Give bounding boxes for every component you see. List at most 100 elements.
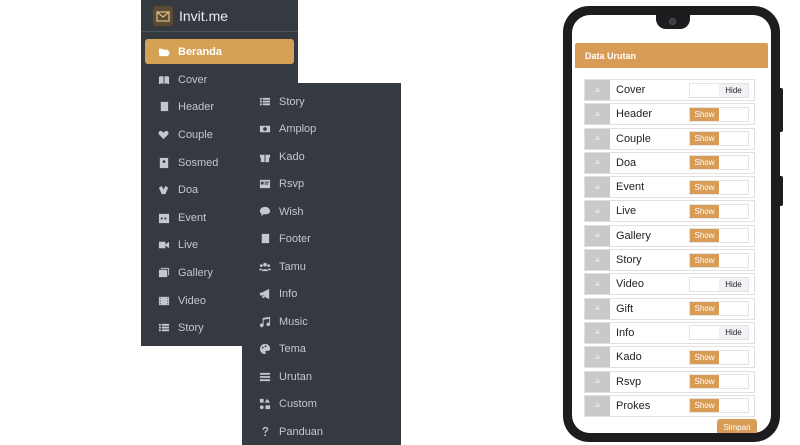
- menu-item-label: Sosmed: [178, 156, 219, 169]
- menu-item-rsvp[interactable]: Rsvp: [242, 171, 401, 199]
- phone-screen: Data Urutan ≡ Cover Hide ≡ Header Show ≡ Couple…: [572, 15, 771, 433]
- toggle-empty-side: [719, 181, 748, 194]
- order-row-video[interactable]: ≡ Video Hide: [584, 273, 755, 296]
- toggle-state-label: Hide: [719, 277, 748, 291]
- drag-handle-icon[interactable]: ≡: [585, 322, 610, 343]
- menu-item-story[interactable]: Story: [242, 88, 401, 116]
- menu-item-label: Kado: [279, 150, 305, 163]
- order-row-kado[interactable]: ≡ Kado Show: [584, 346, 755, 369]
- side-button: [780, 176, 783, 206]
- menu-item-custom[interactable]: Custom: [242, 391, 401, 419]
- visibility-toggle[interactable]: Hide: [689, 325, 749, 341]
- drag-handle-icon[interactable]: ≡: [585, 371, 610, 392]
- toggle-empty-side: [719, 205, 748, 218]
- row-label: Event: [616, 181, 645, 194]
- visibility-toggle[interactable]: Show: [689, 301, 749, 317]
- menu-item-label: Header: [178, 101, 215, 114]
- menu-item-tema[interactable]: Tema: [242, 336, 401, 364]
- menu-item-urutan[interactable]: Urutan: [242, 363, 401, 391]
- envelope-logo-icon: [153, 5, 173, 26]
- row-label: Gallery: [616, 229, 651, 242]
- visibility-toggle[interactable]: Show: [689, 179, 749, 195]
- menu-item-music[interactable]: Music: [242, 308, 401, 336]
- drag-handle-icon[interactable]: ≡: [585, 225, 610, 246]
- visibility-toggle[interactable]: Show: [689, 203, 749, 219]
- row-label: Gift: [616, 302, 634, 315]
- visibility-toggle[interactable]: Hide: [689, 276, 749, 292]
- menu-item-amplop[interactable]: Amplop: [242, 116, 401, 144]
- visibility-toggle[interactable]: Show: [689, 228, 749, 244]
- brand[interactable]: Invit.me: [141, 0, 298, 32]
- drag-handle-icon[interactable]: ≡: [585, 152, 610, 173]
- order-row-couple[interactable]: ≡ Couple Show: [584, 127, 755, 150]
- menu-item-label: Music: [279, 315, 308, 328]
- drag-handle-icon[interactable]: ≡: [585, 104, 610, 125]
- visibility-toggle[interactable]: Show: [689, 374, 749, 390]
- shapes-icon: [258, 397, 272, 411]
- order-row-live[interactable]: ≡ Live Show: [584, 200, 755, 223]
- drag-handle-icon[interactable]: ≡: [585, 395, 610, 416]
- menu-item-wish[interactable]: Wish: [242, 198, 401, 226]
- order-row-info[interactable]: ≡ Info Hide: [584, 321, 755, 344]
- toggle-empty-side: [719, 132, 748, 145]
- toggle-empty-side: [719, 254, 748, 267]
- toggle-empty-side: [719, 375, 748, 388]
- praying-hands-icon: [157, 183, 171, 197]
- visibility-toggle[interactable]: Show: [689, 349, 749, 365]
- menu-item-info[interactable]: Info: [242, 281, 401, 309]
- users-icon: [258, 260, 272, 274]
- visibility-toggle[interactable]: Show: [689, 252, 749, 268]
- menu-item-label: Cover: [178, 73, 208, 86]
- gift-icon: [258, 150, 272, 164]
- toggle-empty-side: [719, 108, 748, 121]
- row-label: Live: [616, 205, 637, 218]
- order-row-gift[interactable]: ≡ Gift Show: [584, 297, 755, 320]
- drag-handle-icon[interactable]: ≡: [585, 177, 610, 198]
- menu-item-kado[interactable]: Kado: [242, 143, 401, 171]
- sidebar-secondary: Story Amplop Kado Rsvp Wish Footer Tamu Info Mus…: [242, 83, 401, 445]
- menu-item-label: Wish: [279, 205, 304, 218]
- menu-item-footer[interactable]: Footer: [242, 226, 401, 254]
- row-label: Cover: [616, 84, 646, 96]
- toggle-state-label: Show: [690, 302, 719, 316]
- toggle-state-label: Show: [690, 253, 719, 267]
- menu-item-tamu[interactable]: Tamu: [242, 253, 401, 281]
- menu-item-label: Amplop: [279, 123, 317, 136]
- order-row-gallery[interactable]: ≡ Gallery Show: [584, 224, 755, 247]
- toggle-empty-side: [719, 399, 748, 412]
- heart-icon: [157, 128, 171, 142]
- toggle-state-label: Show: [690, 156, 719, 170]
- menu-item-label: Rsvp: [279, 178, 305, 191]
- visibility-toggle[interactable]: Show: [689, 155, 749, 171]
- save-button[interactable]: Simpan: [717, 419, 757, 433]
- drag-handle-icon[interactable]: ≡: [585, 347, 610, 368]
- visibility-toggle[interactable]: Show: [689, 398, 749, 414]
- notch: [656, 15, 690, 29]
- order-row-rsvp[interactable]: ≡ Rsvp Show: [584, 370, 755, 393]
- order-row-cover[interactable]: ≡ Cover Hide: [584, 79, 755, 101]
- toggle-empty-side: [719, 351, 748, 364]
- toggle-state-label: Show: [690, 107, 719, 121]
- menu-item-panduan[interactable]: Panduan: [242, 418, 401, 445]
- drag-handle-icon[interactable]: ≡: [585, 201, 610, 222]
- order-row-event[interactable]: ≡ Event Show: [584, 176, 755, 199]
- drag-handle-icon[interactable]: ≡: [585, 298, 610, 319]
- menu-item-label: Custom: [279, 398, 317, 411]
- camera-icon: [669, 18, 676, 25]
- drag-handle-icon[interactable]: ≡: [585, 274, 610, 295]
- order-row-doa[interactable]: ≡ Doa Show: [584, 151, 755, 174]
- order-row-header[interactable]: ≡ Header Show: [584, 103, 755, 126]
- drag-handle-icon[interactable]: ≡: [585, 128, 610, 149]
- visibility-toggle[interactable]: Show: [689, 106, 749, 122]
- visibility-toggle[interactable]: Show: [689, 131, 749, 147]
- menu-item-beranda[interactable]: Beranda: [145, 39, 294, 64]
- menu-item-label: Live: [178, 239, 199, 252]
- book-icon: [258, 232, 272, 246]
- drag-handle-icon[interactable]: ≡: [585, 80, 610, 100]
- order-row-prokes[interactable]: ≡ Prokes Show: [584, 394, 755, 417]
- order-row-story[interactable]: ≡ Story Show: [584, 249, 755, 272]
- visibility-toggle[interactable]: Hide: [689, 82, 749, 98]
- menu-item-label: Doa: [178, 184, 199, 197]
- toggle-state-label: Show: [690, 132, 719, 146]
- drag-handle-icon[interactable]: ≡: [585, 250, 610, 271]
